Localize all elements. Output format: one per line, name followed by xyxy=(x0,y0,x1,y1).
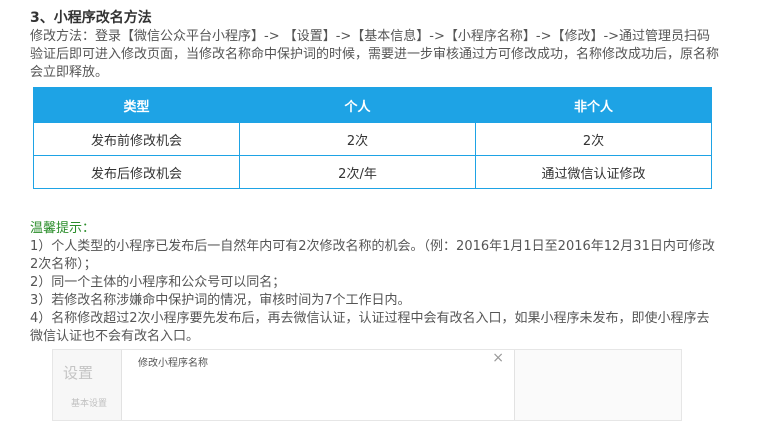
dialog-title: 修改小程序名称 xyxy=(138,358,208,369)
table-cell: 通过微信认证修改 xyxy=(475,155,712,189)
method-text: 修改方法：登录【微信公众平台小程序】-> 【设置】->【基本信息】->【小程序名… xyxy=(30,29,720,80)
close-icon[interactable]: × xyxy=(492,350,504,366)
tips-title: 温馨提示： xyxy=(30,221,96,236)
table-cell: 2次/年 xyxy=(239,155,476,189)
tip-item-4: 4）名称修改超过2次小程序要先发布后，再去微信认证，认证过程中会有改名入口，如果… xyxy=(30,311,710,344)
article: 3、小程序改名方法 修改方法：登录【微信公众平台小程序】-> 【设置】->【基本… xyxy=(30,8,720,346)
section-title: 3、小程序改名方法 xyxy=(30,10,152,26)
sidebar-item-basic-settings: 基本设置 xyxy=(71,399,108,409)
comparison-table: 类型 个人 非个人 发布前修改机会 2次 2次 发布后修改机会 2次/年 通过微… xyxy=(33,87,712,189)
rename-dialog: 修改小程序名称 × xyxy=(121,350,515,420)
table-cell: 发布前修改机会 xyxy=(33,122,240,156)
table-header-row: 类型 个人 非个人 xyxy=(33,87,712,123)
sidebar-title: 设置 xyxy=(63,364,94,382)
table-row: 发布后修改机会 2次/年 通过微信认证修改 xyxy=(33,155,712,189)
tip-item-2: 2）同一个主体的小程序和公众号可以同名； xyxy=(30,275,286,290)
table-cell: 2次 xyxy=(475,122,712,156)
header-non-personal: 非个人 xyxy=(475,87,712,123)
embedded-screenshot: 设置 基本设置 修改小程序名称 × xyxy=(52,349,682,421)
table-cell: 2次 xyxy=(239,122,476,156)
tip-item-1: 1）个人类型的小程序已发布后一自然年内可有2次修改名称的机会。（例：2016年1… xyxy=(30,239,715,272)
tip-item-3: 3）若修改名称涉嫌命中保护词的情况，审核时间为7个工作日内。 xyxy=(30,293,411,308)
header-type: 类型 xyxy=(33,87,240,123)
header-personal: 个人 xyxy=(239,87,476,123)
table-row: 发布前修改机会 2次 2次 xyxy=(33,122,712,156)
table-cell: 发布后修改机会 xyxy=(33,155,240,189)
settings-sidebar: 设置 基本设置 xyxy=(53,350,123,420)
